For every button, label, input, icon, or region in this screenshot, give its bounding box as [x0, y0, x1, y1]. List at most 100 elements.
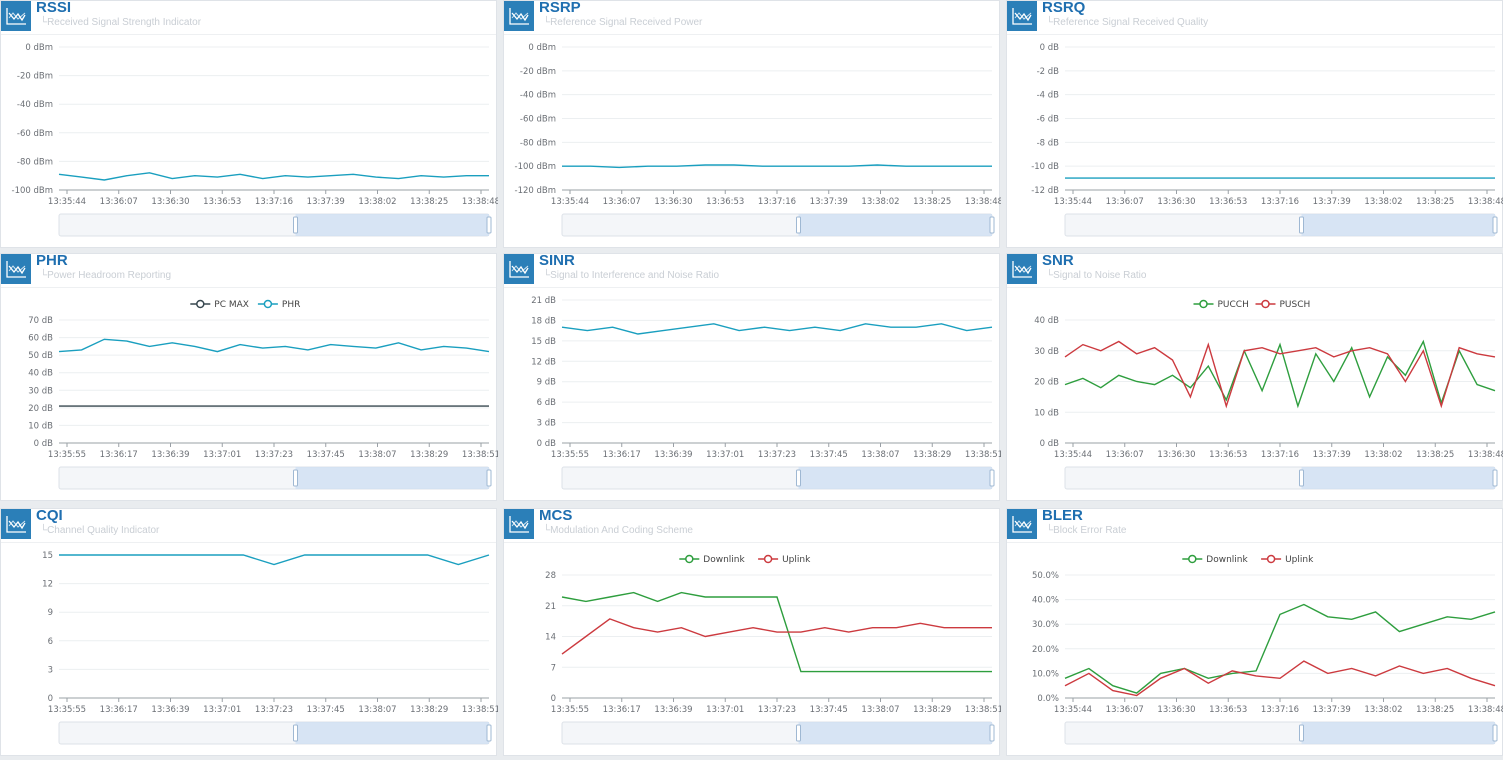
y-tick-label: 0 — [551, 694, 556, 704]
y-tick-label: -40 dBm — [17, 100, 53, 110]
zoom-slider-window[interactable] — [798, 467, 993, 489]
x-tick-label: 13:35:55 — [551, 450, 589, 460]
rssi-chart: 0 dBm -20 dBm -40 dBm -60 dBm -80 dBm -100 dB… — [12, 43, 498, 237]
phr-panel: PHR └Power Headroom Reporting 70 dB 60 dB 50… — [0, 252, 498, 501]
x-tick-label: 13:38:07 — [861, 450, 899, 460]
zoom-slider-window[interactable] — [1301, 467, 1496, 489]
x-tick-label: 13:38:51 — [462, 450, 498, 460]
y-tick-label: 9 dB — [537, 378, 557, 388]
zoom-handle-right[interactable] — [989, 216, 995, 234]
x-tick-label: 13:37:39 — [307, 197, 345, 207]
legend-item[interactable]: PC MAX — [190, 299, 249, 310]
zoom-slider-window[interactable] — [798, 214, 993, 236]
legend-label: Uplink — [1285, 555, 1314, 565]
y-tick-label: 15 dB — [531, 337, 556, 347]
x-tick-label: 13:35:55 — [48, 450, 86, 460]
x-tick-label: 13:37:23 — [758, 450, 796, 460]
zoom-handle-left[interactable] — [293, 216, 298, 234]
mcs-panel: MCS └Modulation And Coding Scheme 28 21 14 7 0… — [503, 507, 1001, 756]
zoom-slider-window[interactable] — [1301, 214, 1496, 236]
legend-label: Downlink — [703, 555, 745, 565]
y-tick-label: 0 dB — [1040, 439, 1060, 449]
zoom-handle-left[interactable] — [1299, 216, 1304, 234]
zoom-slider-window[interactable] — [1301, 722, 1496, 744]
zoom-handle-left[interactable] — [796, 469, 801, 487]
y-tick-label: 0 dBm — [528, 43, 556, 53]
x-tick-label: 13:36:30 — [151, 197, 189, 207]
y-tick-label: 12 dB — [531, 357, 556, 367]
zoom-handle-right[interactable] — [989, 724, 995, 742]
y-tick-label: 30.0% — [1032, 620, 1059, 630]
x-tick-label: 13:38:29 — [913, 450, 951, 460]
x-tick-label: 13:38:51 — [965, 705, 1001, 715]
series-line — [58, 338, 490, 353]
legend-item[interactable]: Downlink — [1182, 554, 1249, 565]
x-tick-label: 13:38:02 — [861, 197, 899, 207]
y-tick-label: 20 dB — [1034, 378, 1059, 388]
x-tick-label: 13:36:39 — [654, 705, 692, 715]
dashboard-grid: RSSI └Received Signal Strength Indicator 0… — [0, 0, 1503, 760]
legend-item[interactable]: PUSCH — [1255, 299, 1311, 310]
y-tick-label: 70 dB — [28, 316, 53, 326]
zoom-handle-left[interactable] — [1299, 724, 1304, 742]
x-tick-label: 13:38:02 — [1364, 705, 1402, 715]
legend-label: Uplink — [782, 555, 811, 565]
zoom-handle-right[interactable] — [486, 469, 492, 487]
legend-item[interactable]: PHR — [257, 299, 300, 310]
x-tick-label: 13:36:39 — [151, 705, 189, 715]
x-tick-label: 13:38:02 — [1364, 197, 1402, 207]
y-tick-label: -120 dBm — [515, 186, 557, 196]
legend-label: Downlink — [1206, 555, 1248, 565]
x-tick-label: 13:37:01 — [203, 705, 241, 715]
y-tick-label: 12 — [42, 580, 53, 590]
y-tick-label: 40 dB — [28, 369, 53, 379]
legend-item[interactable]: Downlink — [679, 554, 746, 565]
x-tick-label: 13:36:17 — [603, 705, 641, 715]
zoom-slider-window[interactable] — [295, 214, 490, 236]
x-tick-label: 13:37:16 — [758, 197, 796, 207]
y-tick-label: 21 — [545, 602, 556, 612]
y-tick-label: 30 dB — [1034, 347, 1059, 357]
zoom-handle-left[interactable] — [293, 469, 298, 487]
x-tick-label: 13:38:07 — [358, 450, 396, 460]
zoom-handle-left[interactable] — [796, 724, 801, 742]
zoom-slider-window[interactable] — [295, 467, 490, 489]
legend-label: PUCCH — [1218, 300, 1249, 310]
x-tick-label: 13:36:53 — [1209, 705, 1247, 715]
x-tick-label: 13:35:55 — [551, 705, 589, 715]
zoom-handle-left[interactable] — [293, 724, 298, 742]
series-line — [59, 554, 490, 566]
legend-item[interactable]: Uplink — [758, 554, 811, 565]
x-tick-label: 13:38:02 — [1364, 450, 1402, 460]
y-tick-label: 50.0% — [1032, 571, 1059, 581]
y-tick-label: 0 dB — [537, 439, 557, 449]
x-tick-label: 13:37:39 — [1313, 197, 1351, 207]
y-tick-label: 10 dB — [28, 421, 53, 431]
zoom-handle-right[interactable] — [1492, 469, 1498, 487]
y-tick-label: 6 — [48, 637, 53, 647]
y-tick-label: -6 dB — [1037, 115, 1060, 125]
y-tick-label: 0 dB — [34, 439, 54, 449]
x-tick-label: 13:38:29 — [410, 705, 448, 715]
legend-item[interactable]: Uplink — [1261, 554, 1314, 565]
zoom-handle-left[interactable] — [1299, 469, 1304, 487]
x-tick-label: 13:37:23 — [758, 705, 796, 715]
x-tick-label: 13:37:01 — [706, 705, 744, 715]
y-tick-label: 40 dB — [1034, 316, 1059, 326]
zoom-handle-right[interactable] — [1492, 724, 1498, 742]
y-tick-label: -10 dB — [1031, 162, 1059, 172]
zoom-handle-right[interactable] — [486, 216, 492, 234]
zoom-handle-right[interactable] — [989, 469, 995, 487]
zoom-handle-right[interactable] — [486, 724, 492, 742]
y-tick-label: 30 dB — [28, 386, 53, 396]
zoom-slider-window[interactable] — [798, 722, 993, 744]
x-tick-label: 13:36:17 — [603, 450, 641, 460]
legend-label: PHR — [282, 300, 300, 310]
legend-item[interactable]: PUCCH — [1193, 299, 1249, 310]
mcs-chart: 28 21 14 7 013:35:55 13:36:17 13:36:39 13:37:01… — [545, 554, 1001, 745]
zoom-slider-window[interactable] — [295, 722, 490, 744]
y-tick-label: 0 dB — [1040, 43, 1060, 53]
zoom-handle-right[interactable] — [1492, 216, 1498, 234]
zoom-handle-left[interactable] — [796, 216, 801, 234]
x-tick-label: 13:36:30 — [654, 197, 692, 207]
